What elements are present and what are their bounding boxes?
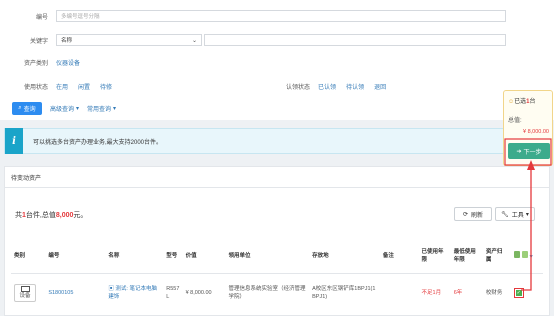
col-min-years: 最低使用年限 — [450, 239, 483, 274]
cell-unit: 管理信息系统实验室（经济管理学院） — [228, 286, 306, 301]
keyword-select-value: 名称 — [61, 38, 73, 44]
cell-category: 设备 — [11, 273, 45, 313]
import-icon[interactable] — [522, 250, 529, 258]
col-remark: 备注 — [379, 239, 419, 274]
caret-icon[interactable]: ▾ — [530, 254, 533, 260]
cell-select: ✓ — [511, 273, 543, 313]
use-status-repair[interactable]: 待修 — [100, 82, 112, 91]
tools-button[interactable]: 🔧︎ 工具 ▾ — [495, 207, 535, 221]
chevron-down-icon: ⌄ — [191, 37, 197, 44]
check-icon: ✓ — [515, 290, 522, 297]
category-row: 资产类别 仪器设备 — [0, 58, 90, 67]
use-status-label: 使用状态 — [23, 85, 48, 91]
common-search-link[interactable]: 常用查询 — [87, 104, 111, 113]
summary-total: 8,000 — [55, 212, 74, 219]
search-row: ⌕ 查询 高级查询 ▾ 常用查询 ▾ — [12, 102, 116, 115]
refresh-icon: ⟳ — [462, 211, 468, 218]
cell-used-years: 不足1月 — [421, 290, 442, 297]
keyword-select[interactable]: 名称 ⌄ — [56, 34, 202, 46]
col-used-years: 已使用年限 — [418, 239, 451, 274]
col-category: 类别 — [11, 239, 46, 274]
row-checkbox[interactable]: ✓ — [513, 288, 524, 299]
cell-remark — [380, 273, 419, 313]
summary-text: 共1台件,总值8,000元。 — [15, 212, 88, 219]
caret-icon: ▾ — [76, 106, 80, 112]
cell-model: R557L — [166, 286, 180, 301]
search-button[interactable]: ⌕ 查询 — [12, 102, 42, 115]
monitor-icon — [20, 286, 30, 293]
assets-table: 类别 编号 名称 型号 价值 领用单位 存放地 备注 已使用年限 最低使用年限 … — [11, 239, 543, 313]
section-divider — [5, 187, 549, 188]
col-ownership: 资产归属 — [482, 239, 511, 274]
table-row[interactable]: 设备 S1800105 ▣ 测试: 笔记本电脑建饰 R557L ¥ 8,000.… — [11, 273, 543, 313]
advanced-search-link[interactable]: 高级查询 — [50, 104, 74, 113]
col-number: 编号 — [45, 239, 106, 274]
col-name: 名称 — [105, 239, 164, 274]
keyword-row: 关键字 名称 ⌄ — [0, 34, 506, 46]
assets-panel: 待变动资产 共1台件,总值8,000元。 ⟳ 刷新 🔧︎ 工具 ▾ 类别 编号 … — [4, 166, 550, 316]
cart-header: ☺已选1台 — [508, 99, 536, 105]
category-label: 资产类别 — [23, 61, 48, 67]
refresh-button[interactable]: ⟳ 刷新 — [454, 207, 492, 221]
image-icon: ▣ — [108, 286, 114, 293]
device-badge: 设备 — [14, 284, 36, 303]
claim-status-label: 认领状态 — [286, 85, 311, 91]
col-value: 价值 — [182, 239, 226, 274]
claim-status-returned[interactable]: 退回 — [374, 82, 386, 91]
filter-panel: 编号 多编号逗号分隔 关键字 名称 ⌄ 资产类别 仪器设备 使用状态 在用 闲置… — [0, 0, 554, 120]
claim-status-pending[interactable]: 待认领 — [346, 82, 364, 91]
search-icon: ⌕ — [18, 105, 22, 111]
search-button-label: 查询 — [23, 107, 36, 113]
keyword-label: 关键字 — [29, 38, 48, 45]
next-step-button[interactable]: ➔ 下一步 — [508, 143, 550, 159]
number-label: 编号 — [35, 14, 48, 21]
assets-table-wrap: 类别 编号 名称 型号 价值 领用单位 存放地 备注 已使用年限 最低使用年限 … — [11, 239, 543, 313]
cell-min-years: 6年 — [453, 290, 463, 297]
cart-total-label: 总值: — [508, 118, 522, 124]
number-row: 编号 多编号逗号分隔 — [0, 10, 506, 22]
cell-ownership: 校财务 — [485, 290, 503, 297]
keyword-input[interactable] — [204, 34, 506, 46]
cell-location: A校区东区钢铲库1BPJ1(1BPJ1) — [312, 286, 376, 301]
arrow-right-icon: ➔ — [516, 148, 522, 155]
col-actions: ▾ — [510, 239, 543, 274]
status-row: 使用状态 在用 闲置 待修 认领状态 已认领 待认领 退回 — [0, 82, 554, 91]
wrench-icon: 🔧︎ — [501, 211, 509, 218]
info-icon: i — [5, 128, 23, 154]
use-status-in-use[interactable]: 在用 — [56, 82, 68, 91]
number-input[interactable]: 多编号逗号分隔 — [56, 10, 506, 22]
cell-name[interactable]: ▣ 测试: 笔记本电脑建饰 — [105, 273, 163, 313]
cell-value: ¥ 8,000.00 — [185, 290, 212, 297]
use-status-idle[interactable]: 闲置 — [78, 82, 90, 91]
caret-icon: ▾ — [113, 106, 117, 112]
table-header-row: 类别 编号 名称 型号 价值 领用单位 存放地 备注 已使用年限 最低使用年限 … — [11, 239, 543, 274]
col-unit: 领用单位 — [225, 239, 310, 274]
export-icon[interactable] — [513, 250, 520, 258]
cell-number[interactable]: S1800105 — [45, 273, 105, 313]
selection-cart: ☺已选1台 总值: ¥ 8,000.00 ➔ 下一步 — [503, 90, 553, 166]
category-option[interactable]: 仪器设备 — [56, 58, 80, 67]
claim-status-claimed[interactable]: 已认领 — [318, 82, 336, 91]
caret-icon: ▾ — [525, 211, 529, 218]
col-location: 存放地 — [309, 239, 380, 274]
notice-text: 可以挑选多台资产办理业务,最大支持2000台件。 — [33, 139, 163, 146]
col-model: 型号 — [163, 239, 183, 274]
notice-bar: i 可以挑选多台资产办理业务,最大支持2000台件。 — [4, 128, 550, 154]
section-title: 待变动资产 — [11, 176, 42, 182]
cart-total-value: ¥ 8,000.00 — [523, 129, 549, 135]
